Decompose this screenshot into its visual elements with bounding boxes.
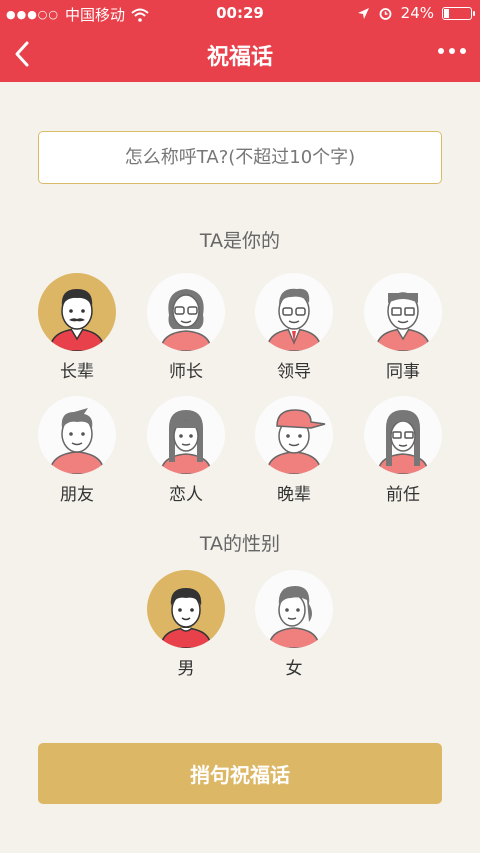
elder-avatar-icon [38, 273, 116, 351]
more-dot [460, 48, 466, 54]
status-bar: ●●●○○ 中国移动 00:29 24% [0, 0, 480, 26]
more-button[interactable] [438, 48, 466, 54]
relation-friend[interactable]: 朋友 [32, 396, 122, 505]
more-dots-icon [438, 48, 444, 54]
friend-avatar-icon [38, 396, 116, 474]
relation-teacher[interactable]: 师长 [141, 273, 231, 382]
female-avatar-icon [255, 570, 333, 648]
colleague-avatar-icon [364, 273, 442, 351]
name-input[interactable] [38, 131, 442, 184]
relation-label: 师长 [169, 362, 203, 382]
relation-elder[interactable]: 长辈 [32, 273, 122, 382]
male-avatar-icon [147, 570, 225, 648]
relation-label: 晚辈 [277, 485, 311, 505]
relation-lover[interactable]: 恋人 [141, 396, 231, 505]
relation-junior[interactable]: 晚辈 [249, 396, 339, 505]
battery-percent: 24% [400, 4, 434, 22]
relation-label: 领导 [277, 362, 311, 382]
more-dot [449, 48, 455, 54]
leader-avatar-icon [255, 273, 333, 351]
gender-label: 女 [285, 659, 303, 679]
relation-ex[interactable]: 前任 [358, 396, 448, 505]
battery-fill [444, 8, 449, 18]
gender-female[interactable]: 女 [249, 570, 339, 679]
teacher-avatar-icon [147, 273, 225, 351]
relation-label: 朋友 [60, 485, 94, 505]
relation-label: 前任 [386, 485, 420, 505]
page-title: 祝福话 [206, 45, 273, 70]
alarm-icon [379, 7, 392, 20]
relation-section-title: TA是你的 [199, 230, 281, 252]
battery-icon [442, 6, 475, 20]
junior-avatar-icon [255, 396, 333, 474]
lover-avatar-icon [147, 396, 225, 474]
gender-section-title: TA的性别 [199, 533, 281, 555]
relation-leader[interactable]: 领导 [249, 273, 339, 382]
nav-bar: 祝福话 [0, 26, 480, 82]
status-right: 24% [357, 4, 475, 22]
gender-male[interactable]: 男 [141, 570, 231, 679]
relation-label: 长辈 [60, 362, 94, 382]
gender-label: 男 [177, 659, 195, 679]
relation-label: 恋人 [169, 485, 203, 505]
location-arrow-icon [357, 7, 369, 19]
submit-blessing-button[interactable]: 捎句祝福话 [38, 743, 442, 804]
relation-colleague[interactable]: 同事 [358, 273, 448, 382]
ex-avatar-icon [364, 396, 442, 474]
relation-label: 同事 [386, 362, 420, 382]
